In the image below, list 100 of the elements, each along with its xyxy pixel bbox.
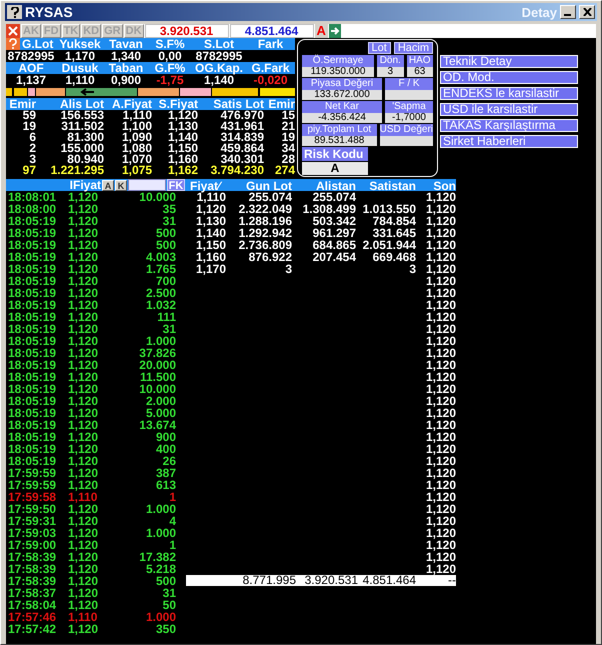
trade-time: 18:05:19 bbox=[7, 275, 58, 287]
column-header: Emir bbox=[8, 98, 36, 110]
filter-button[interactable]: A bbox=[102, 180, 114, 190]
table-cell-text: 311.502 bbox=[60, 121, 104, 132]
trade-time: 17:59:03 bbox=[7, 527, 58, 539]
trade-time: 17:59:59 bbox=[7, 467, 58, 479]
table-cell-text: 1,120 bbox=[424, 395, 456, 407]
column-header: G.F% bbox=[154, 62, 186, 74]
trade-price: 1,120 bbox=[67, 239, 100, 251]
trade-time: 18:05:19 bbox=[7, 359, 58, 371]
field-label: Piyasa Değeri bbox=[302, 78, 382, 90]
value-cell-text: 1,137 bbox=[14, 74, 48, 86]
column-header: Tavan bbox=[108, 38, 144, 50]
table-cell-text: 1,090 bbox=[120, 132, 152, 143]
trade-time: 17:57:42 bbox=[7, 623, 58, 635]
table-cell-text: 1,160 bbox=[194, 251, 226, 263]
trade-price: 1,120 bbox=[67, 515, 100, 527]
action-button[interactable]: USD ile karsilastir bbox=[440, 103, 578, 116]
trade-price: 1,120 bbox=[67, 443, 100, 455]
table-cell-text: 459.864 bbox=[220, 143, 264, 154]
action-button[interactable]: Sirket Haberleri bbox=[440, 135, 578, 148]
table-cell-text: 1.292.942 bbox=[238, 227, 292, 239]
table-cell-text: 1,120 bbox=[424, 419, 456, 431]
value-cell-text: 1,340 bbox=[110, 50, 142, 62]
table-cell-text: 669.468 bbox=[372, 251, 416, 263]
action-button[interactable]: ENDEKS le karsilastir bbox=[440, 87, 578, 100]
field-value: A bbox=[302, 162, 368, 175]
trade-lot: 2.500 bbox=[144, 287, 176, 299]
trade-lot: 1 bbox=[168, 491, 176, 503]
column-header: Satistan bbox=[368, 179, 416, 193]
action-button[interactable]: TAKAS Karşılaştırma bbox=[440, 119, 578, 132]
trade-time: 18:05:19 bbox=[7, 335, 58, 347]
trade-price: 1,120 bbox=[67, 299, 100, 311]
field-label: 'Sapma bbox=[385, 101, 433, 113]
trade-time: 17:59:59 bbox=[7, 479, 58, 491]
table-cell-text: 155.000 bbox=[60, 143, 104, 154]
trade-time: 17:59:50 bbox=[7, 503, 58, 515]
table-cell-text: 1,150 bbox=[166, 143, 198, 154]
trade-lot: 400 bbox=[154, 443, 176, 455]
total-cell-text: 3.794.230 bbox=[210, 165, 264, 176]
table-cell-text: 1,130 bbox=[194, 215, 226, 227]
table-cell-text: 255.074 bbox=[248, 191, 292, 203]
action-button[interactable]: Teknik Detay bbox=[440, 55, 578, 68]
trade-time: 18:05:19 bbox=[7, 407, 58, 419]
minimize-button[interactable] bbox=[560, 5, 576, 19]
table-cell-text: 476.970 bbox=[220, 110, 264, 121]
close-button[interactable] bbox=[579, 5, 595, 19]
table-cell-text: 876.922 bbox=[248, 251, 292, 263]
trade-price: 1,120 bbox=[67, 527, 100, 539]
table-cell-text: 1,120 bbox=[424, 515, 456, 527]
trade-lot: 1.765 bbox=[144, 263, 176, 275]
table-cell-text: 1,120 bbox=[424, 455, 456, 467]
toggle-button[interactable]: Hacim bbox=[394, 42, 433, 54]
total-cell-text: 97 bbox=[22, 165, 36, 176]
table-cell-text: 1,120 bbox=[424, 203, 456, 215]
table-cell-text: 1,120 bbox=[424, 431, 456, 443]
trade-price: 1,120 bbox=[67, 407, 100, 419]
trade-price: 1,120 bbox=[67, 323, 100, 335]
field-value: 63 bbox=[406, 67, 433, 77]
toggle-button[interactable]: Lot bbox=[368, 42, 391, 54]
trade-time: 18:05:19 bbox=[7, 251, 58, 263]
filter-button[interactable]: K bbox=[115, 180, 127, 190]
trade-price: 1,120 bbox=[67, 587, 100, 599]
trade-time: 18:05:19 bbox=[7, 431, 58, 443]
table-cell-text: 961.297 bbox=[312, 227, 356, 239]
table-cell-text: 1.288.196 bbox=[238, 215, 292, 227]
trade-lot: 4 bbox=[168, 515, 176, 527]
trade-lot: 500 bbox=[154, 239, 176, 251]
table-cell-text: 1,120 bbox=[424, 251, 456, 263]
table-cell-text: 1,120 bbox=[424, 383, 456, 395]
field-value: 3 bbox=[377, 67, 404, 77]
table-cell-text: 1,120 bbox=[194, 203, 226, 215]
field-label: piy.Toplam Lot bbox=[302, 124, 377, 136]
trade-lot: 50 bbox=[162, 599, 176, 611]
column-header: Fiyat∕ bbox=[189, 179, 222, 193]
column-header: Son bbox=[433, 179, 456, 193]
action-button[interactable]: OD. Mod. bbox=[440, 71, 578, 84]
trade-price: 1,120 bbox=[67, 335, 100, 347]
table-cell-text: 1,170 bbox=[194, 263, 226, 275]
trade-lot: 5.000 bbox=[144, 407, 176, 419]
column-header: OG.Kap. bbox=[194, 62, 244, 74]
arrow-right-icon[interactable] bbox=[328, 24, 341, 38]
table-cell-text: 1,120 bbox=[424, 335, 456, 347]
table-cell-text: 1,120 bbox=[424, 215, 456, 227]
trade-time: 18:08:01 bbox=[7, 191, 58, 203]
table-cell-text: 28 bbox=[282, 154, 295, 165]
field-value: -4.356.424 bbox=[302, 113, 382, 123]
trade-lot: 1.000 bbox=[144, 611, 176, 623]
close-icon[interactable] bbox=[6, 24, 20, 38]
trade-time: 18:05:19 bbox=[7, 395, 58, 407]
column-header: A.Fiyat bbox=[110, 98, 152, 110]
help-icon[interactable] bbox=[7, 5, 22, 19]
trade-lot: 1.032 bbox=[144, 299, 176, 311]
trade-price: 1,120 bbox=[67, 227, 100, 239]
trade-lot: 500 bbox=[154, 227, 176, 239]
filter-button[interactable]: FK bbox=[167, 179, 185, 191]
filter-field[interactable] bbox=[128, 179, 166, 191]
trade-time: 18:05:19 bbox=[7, 419, 58, 431]
trade-lot: 500 bbox=[154, 575, 176, 587]
trade-time: 18:05:19 bbox=[7, 299, 58, 311]
